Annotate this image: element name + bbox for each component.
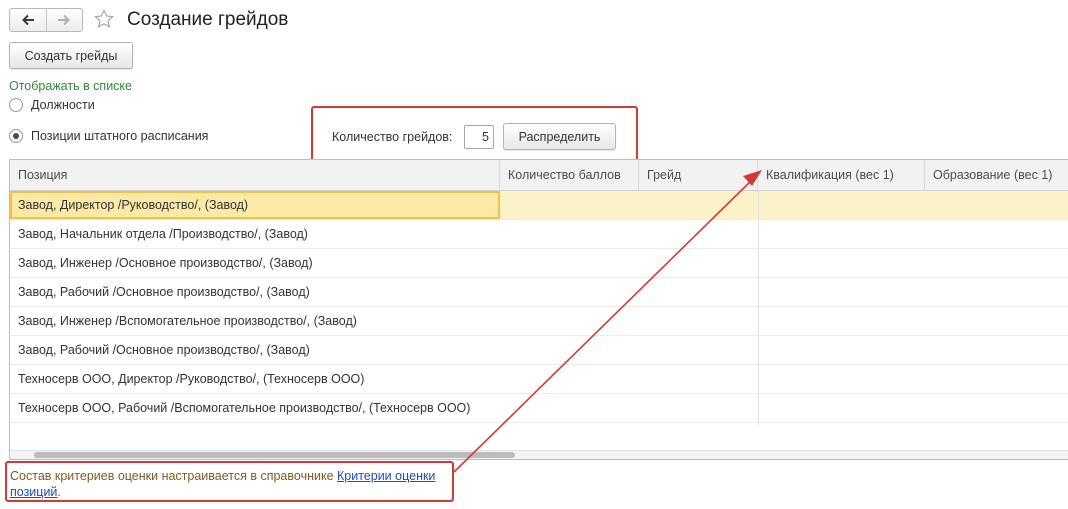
table-row[interactable]: Завод, Инженер /Вспомогательное производ… xyxy=(10,307,1068,336)
column-header-grade[interactable]: Грейд xyxy=(639,160,758,191)
radio-label-staff-positions: Позиции штатного расписания xyxy=(31,129,209,143)
cell-grade[interactable] xyxy=(639,191,758,219)
page-title: Создание грейдов xyxy=(127,9,289,30)
table-row[interactable]: Завод, Инженер /Основное производство/, … xyxy=(10,249,1068,278)
table-row[interactable]: Завод, Директор /Руководство/, (Завод) xyxy=(10,191,1068,220)
cell-position[interactable]: Завод, Рабочий /Основное производство/, … xyxy=(10,336,500,364)
table-row[interactable]: Техносерв ООО, Рабочий /Вспомогательное … xyxy=(10,394,1068,423)
column-header-position[interactable]: Позиция xyxy=(10,160,500,191)
forward-button[interactable] xyxy=(45,9,82,31)
radio-button-selected[interactable] xyxy=(9,129,23,143)
table-row[interactable]: Завод, Рабочий /Основное производство/, … xyxy=(10,278,1068,307)
radio-button[interactable] xyxy=(9,98,23,112)
cell-position[interactable]: Техносерв ООО, Рабочий /Вспомогательное … xyxy=(10,394,500,422)
back-button[interactable] xyxy=(10,9,46,31)
table-row[interactable]: Завод, Рабочий /Основное производство/, … xyxy=(10,336,1068,365)
star-outline-icon[interactable] xyxy=(93,8,115,30)
cell-education[interactable] xyxy=(925,191,1068,219)
radio-positions[interactable]: Должности xyxy=(9,98,95,112)
cell-qualification[interactable] xyxy=(758,191,925,219)
radio-staff-positions[interactable]: Позиции штатного расписания xyxy=(9,129,208,143)
scrollbar-thumb[interactable] xyxy=(34,452,515,458)
radio-label-positions: Должности xyxy=(31,98,95,112)
table-header: Позиция Количество баллов Грейд Квалифик… xyxy=(10,160,1068,191)
create-grades-button[interactable]: Создать грейды xyxy=(9,42,133,69)
history-nav xyxy=(9,8,83,32)
table-row[interactable]: Техносерв ООО, Директор /Руководство/, (… xyxy=(10,365,1068,394)
highlight-callout-note xyxy=(5,461,454,502)
column-header-qualification[interactable]: Квалификация (вес 1) xyxy=(758,160,925,191)
arrow-left-icon xyxy=(22,14,34,26)
display-options-label: Отображать в списке xyxy=(9,79,132,93)
cell-position[interactable]: Завод, Директор /Руководство/, (Завод) xyxy=(10,191,500,219)
highlight-callout-grades xyxy=(311,106,638,165)
column-header-points[interactable]: Количество баллов xyxy=(500,160,639,191)
cell-position[interactable]: Техносерв ООО, Директор /Руководство/, (… xyxy=(10,365,500,393)
cell-position[interactable]: Завод, Инженер /Основное производство/, … xyxy=(10,249,500,277)
cell-position[interactable]: Завод, Начальник отдела /Производство/, … xyxy=(10,220,500,248)
cell-position[interactable]: Завод, Рабочий /Основное производство/, … xyxy=(10,278,500,306)
cell-points[interactable] xyxy=(500,191,639,219)
positions-table: Позиция Количество баллов Грейд Квалифик… xyxy=(9,159,1068,460)
arrow-right-icon xyxy=(58,14,71,26)
column-header-education[interactable]: Образование (вес 1) xyxy=(925,160,1068,191)
cell-position[interactable]: Завод, Инженер /Вспомогательное производ… xyxy=(10,307,500,335)
horizontal-scrollbar[interactable] xyxy=(10,450,1068,459)
column-divider xyxy=(758,191,759,425)
table-row[interactable]: Завод, Начальник отдела /Производство/, … xyxy=(10,220,1068,249)
